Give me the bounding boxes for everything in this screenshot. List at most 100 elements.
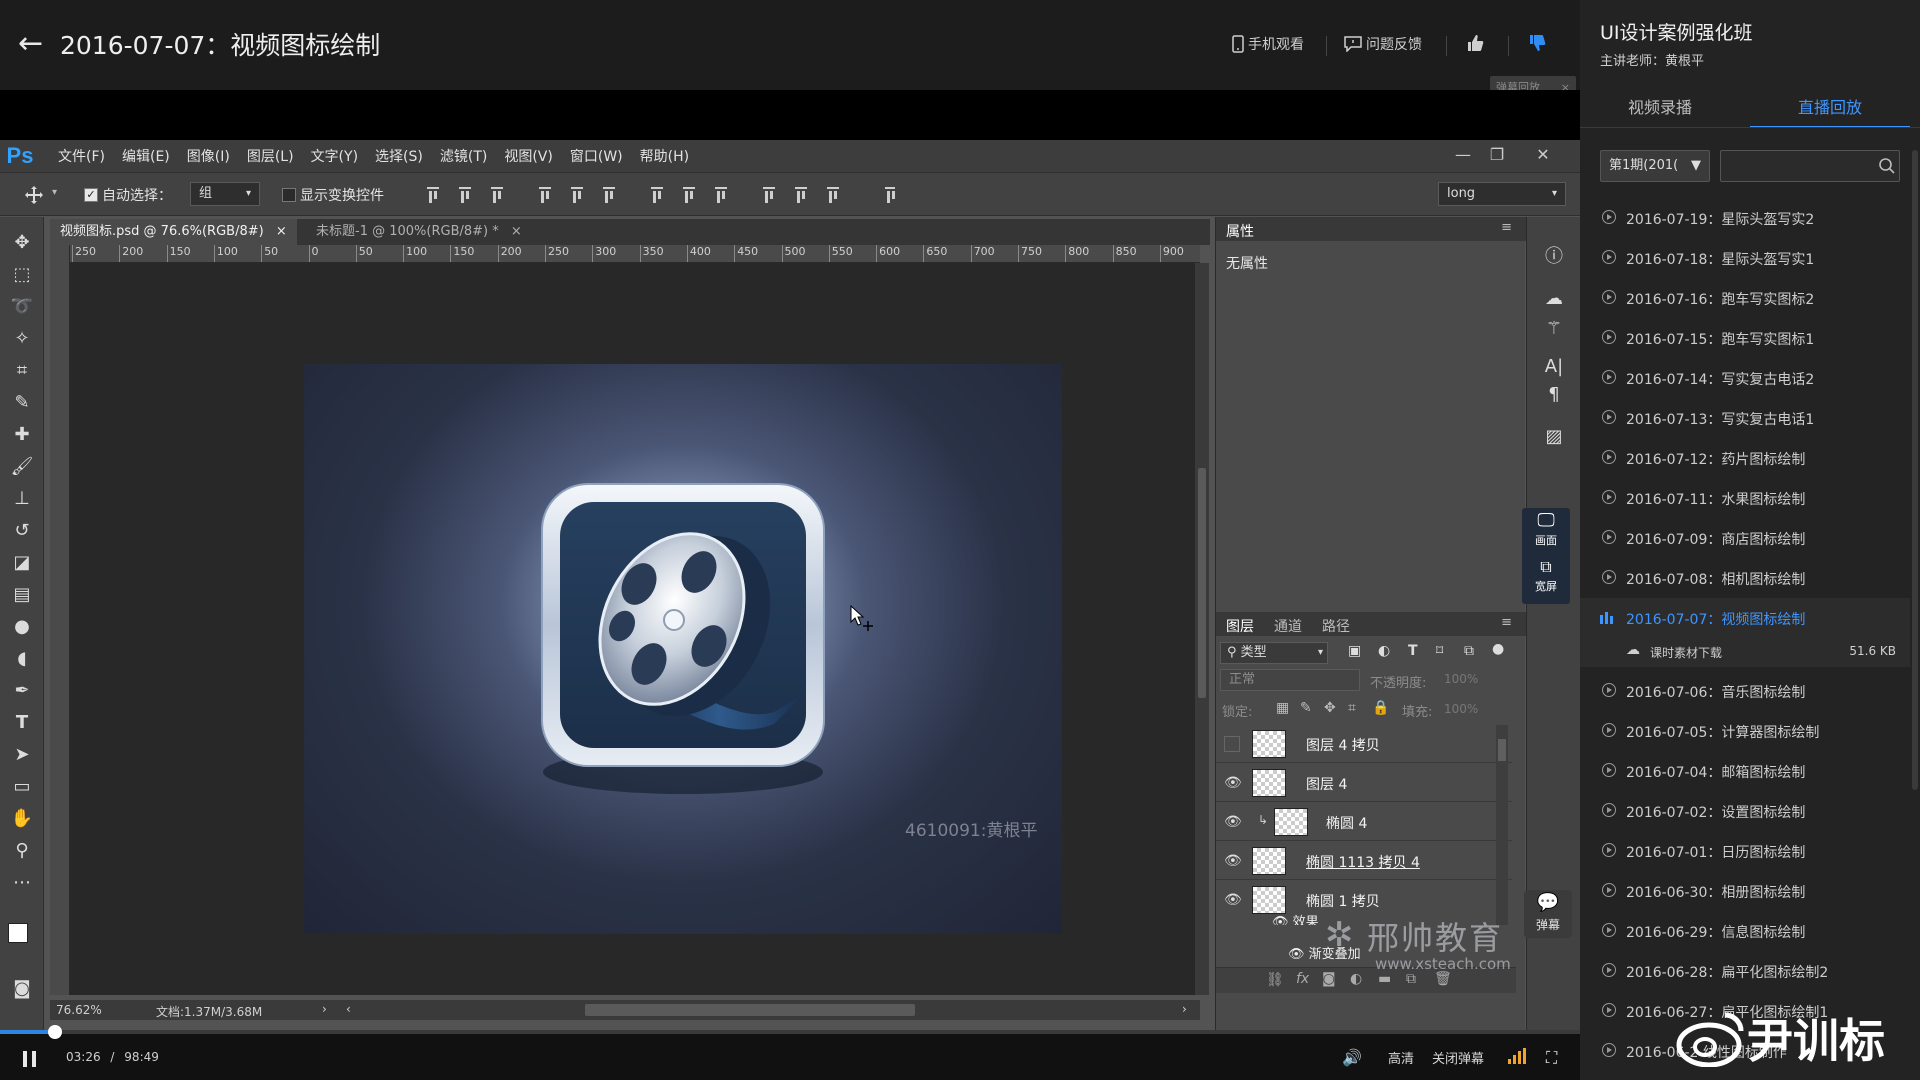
blend-mode-select[interactable]: 正常 — [1220, 669, 1360, 691]
layers-scrollbar[interactable] — [1496, 725, 1508, 925]
auto-select-checkbox[interactable]: ✓ — [84, 188, 98, 202]
ps-menu-edit[interactable]: 编辑(E) — [122, 146, 170, 166]
tool-preset-chevron-icon[interactable]: ▾ — [52, 187, 57, 198]
eye-icon[interactable]: 👁 — [1272, 915, 1293, 925]
marquee-tool-icon[interactable]: ⬚ — [10, 263, 34, 287]
like-button[interactable] — [1466, 34, 1484, 52]
tab-channels[interactable]: 通道 — [1274, 616, 1302, 636]
eye-icon[interactable]: 👁 — [1288, 947, 1309, 962]
eye-icon[interactable]: 👁 — [1224, 892, 1244, 908]
layer-row[interactable]: 👁 椭圆 1113 拷贝 4 — [1216, 842, 1512, 880]
ps-menu-filter[interactable]: 滤镜(T) — [440, 146, 487, 166]
link-layers-icon[interactable]: ⛓ — [1266, 972, 1284, 988]
progress-bar[interactable] — [0, 1025, 1580, 1039]
eye-icon[interactable]: 👁 — [1224, 814, 1244, 830]
view-mode-widescreen[interactable]: ⧉ 宽屏 — [1522, 556, 1570, 600]
eraser-tool-icon[interactable]: ◪ — [10, 551, 34, 575]
lesson-item[interactable]: 2016-06-29：信息图标绘制 — [1580, 911, 1910, 951]
paragraph-icon[interactable]: ¶ — [1542, 383, 1566, 407]
maximize-icon[interactable]: ❐ — [1482, 144, 1512, 166]
filter-type-icon[interactable]: T — [1408, 643, 1418, 659]
search-icon[interactable] — [1878, 157, 1896, 175]
lock-artboard-icon[interactable]: ⌗ — [1348, 700, 1356, 716]
lock-position-icon[interactable]: ✥ — [1324, 700, 1336, 716]
tab-video-recording[interactable]: 视频录播 — [1580, 94, 1740, 128]
info-icon[interactable]: ⓘ — [1542, 245, 1566, 269]
tab-untitled-1[interactable]: 未标题-1 @ 100%(RGB/8#) * × — [306, 219, 532, 245]
canvas-horizontal-scroll-thumb[interactable] — [585, 1004, 915, 1016]
character-icon[interactable]: A| — [1542, 355, 1566, 379]
lesson-item[interactable]: 2016-07-19：星际头盔写实2 — [1580, 198, 1910, 238]
lock-all-icon[interactable]: 🔒 — [1372, 700, 1389, 716]
lesson-item[interactable]: 2016-07-11：水果图标绘制 — [1580, 478, 1910, 518]
libraries-icon[interactable]: ☁ — [1542, 287, 1566, 311]
more-tools-icon[interactable]: ⋯ — [10, 871, 34, 895]
close-danmu-button[interactable]: 关闭弹幕 — [1432, 1048, 1484, 1067]
lesson-item[interactable]: 2016-07-02：设置图标绘制 — [1580, 791, 1910, 831]
type-tool-icon[interactable]: T — [10, 711, 34, 735]
hand-tool-icon[interactable]: ✋ — [10, 807, 34, 831]
progress-handle[interactable] — [48, 1025, 63, 1039]
layer-visibility-off[interactable] — [1224, 736, 1240, 752]
brush-presets-icon[interactable]: ⚚ — [1542, 317, 1566, 341]
layer-filter-select[interactable]: ⚲ 类型 ▾ — [1220, 642, 1328, 664]
tab-video-icon-psd[interactable]: 视频图标.psd @ 76.6%(RGB/8#) × — [50, 219, 297, 245]
workspace-select[interactable]: long ▾ — [1438, 182, 1566, 206]
tab-close-icon[interactable]: × — [511, 224, 522, 239]
scrollbar-thumb[interactable] — [1198, 468, 1206, 698]
panel-menu-icon[interactable]: ≡ — [1501, 220, 1512, 235]
lock-transparent-icon[interactable]: ▦ — [1276, 700, 1289, 716]
tab-live-replay[interactable]: 直播回放 — [1750, 94, 1910, 128]
eye-icon[interactable]: 👁 — [1224, 853, 1244, 869]
zoom-readout[interactable]: 76.62% — [56, 1003, 102, 1017]
lesson-search-input[interactable] — [1720, 150, 1900, 182]
move-tool-icon[interactable] — [24, 185, 44, 205]
layer-row[interactable]: 图层 4 拷贝 — [1216, 725, 1512, 763]
pause-icon[interactable] — [20, 1050, 40, 1068]
magic-wand-tool-icon[interactable]: ✧ — [10, 327, 34, 351]
navigator-icon[interactable]: ▨ — [1542, 425, 1566, 449]
fill-value[interactable]: 100% — [1444, 702, 1478, 716]
sidebar-scrollbar[interactable] — [1912, 150, 1918, 790]
lesson-item[interactable]: 2016-06-30：相册图标绘制 — [1580, 871, 1910, 911]
tab-paths[interactable]: 路径 — [1322, 616, 1350, 636]
brush-tool-icon[interactable]: 🖌 — [10, 455, 34, 479]
canvas-vertical-scrollbar[interactable] — [1195, 263, 1209, 995]
ps-menu-select[interactable]: 选择(S) — [375, 146, 423, 166]
lesson-item[interactable]: 2016-07-04：邮箱图标绘制 — [1580, 751, 1910, 791]
lesson-item[interactable]: 2016-07-07：视频图标绘制 — [1580, 598, 1910, 638]
ps-menu-window[interactable]: 窗口(W) — [570, 146, 623, 166]
view-mode-normal[interactable]: 🖵 画面 — [1522, 510, 1570, 554]
fx-icon[interactable]: fx — [1296, 971, 1309, 987]
feedback-button[interactable]: 问题反馈 — [1344, 34, 1422, 54]
auto-select-option[interactable]: ✓ 自动选择： — [84, 185, 172, 205]
lesson-item[interactable]: 2016-07-13：写实复古电话1 — [1580, 398, 1910, 438]
healing-brush-tool-icon[interactable]: ✚ — [10, 423, 34, 447]
canvas-workspace[interactable]: 4610091:黄根平 — [70, 263, 1200, 995]
ps-menu-type[interactable]: 文字(Y) — [311, 146, 358, 166]
lesson-item[interactable]: 2016-07-14：写实复古电话2 — [1580, 358, 1910, 398]
dislike-button[interactable] — [1528, 34, 1546, 52]
lesson-materials-download[interactable]: ☁ 课时素材下载 51.6 KB — [1580, 635, 1910, 667]
lesson-item[interactable]: 2016-07-18：星际头盔写实1 — [1580, 238, 1910, 278]
ps-menu-help[interactable]: 帮助(H) — [640, 146, 689, 166]
scroll-right-icon[interactable]: › — [1182, 1002, 1187, 1016]
dodge-tool-icon[interactable]: ◖ — [10, 647, 34, 671]
stamp-tool-icon[interactable]: ⊥ — [10, 487, 34, 511]
lesson-item[interactable]: 2016-07-12：药片图标绘制 — [1580, 438, 1910, 478]
move-tool-icon[interactable]: ✥ — [10, 231, 34, 255]
scrollbar-thumb[interactable] — [1498, 739, 1506, 761]
ps-menu-file[interactable]: 文件(F) — [58, 146, 105, 166]
lesson-item[interactable]: 2016-07-15：跑车写实图标1 — [1580, 318, 1910, 358]
period-select[interactable]: 第1期(201( ▼ — [1600, 150, 1710, 182]
lesson-item[interactable]: 2016-07-08：相机图标绘制 — [1580, 558, 1910, 598]
eyedropper-tool-icon[interactable]: ✎ — [10, 391, 34, 415]
ps-menu-layer[interactable]: 图层(L) — [247, 146, 294, 166]
scroll-left-icon[interactable]: ‹ — [346, 1002, 351, 1016]
filter-toggle-icon[interactable]: ● — [1492, 641, 1504, 657]
panel-menu-icon[interactable]: ≡ — [1501, 615, 1512, 630]
history-brush-tool-icon[interactable]: ↺ — [10, 519, 34, 543]
lesson-item[interactable]: 2016-07-16：跑车写实图标2 — [1580, 278, 1910, 318]
fullscreen-icon[interactable]: ⛶ — [1546, 1048, 1557, 1068]
back-arrow-icon[interactable]: ← — [18, 28, 50, 60]
